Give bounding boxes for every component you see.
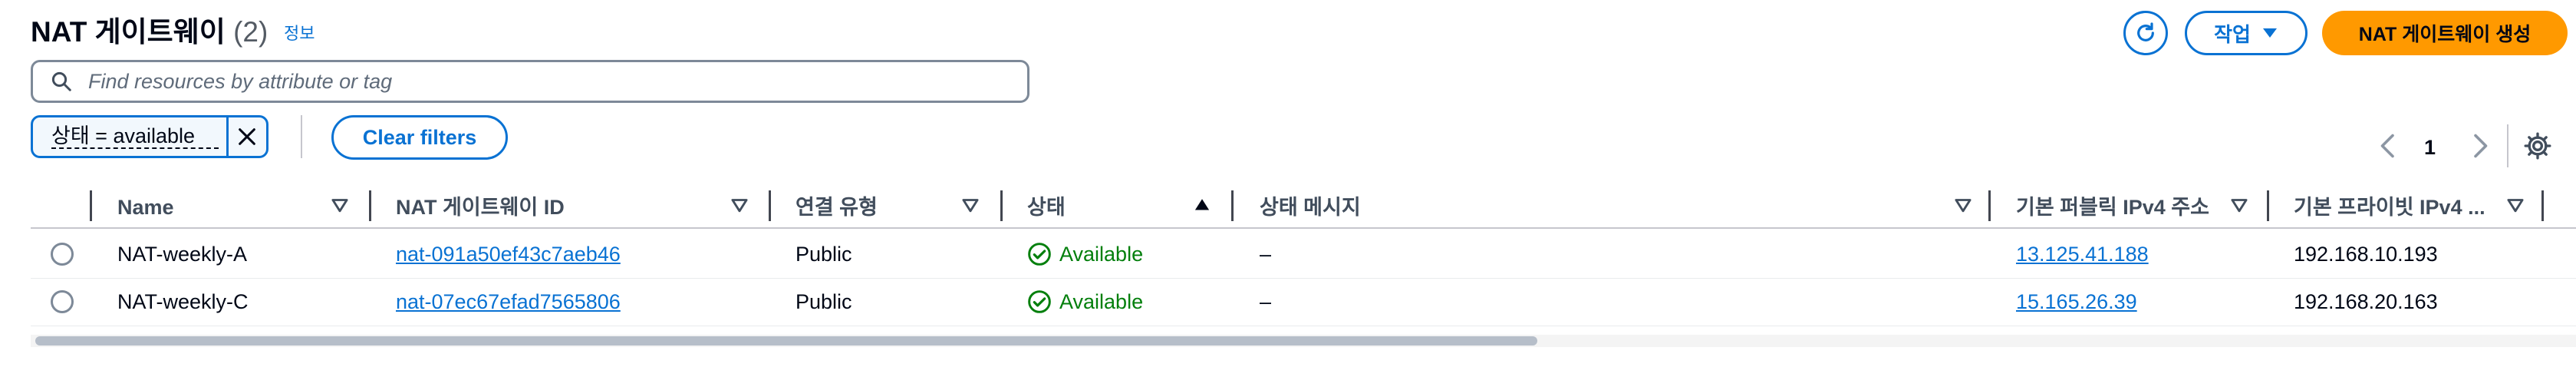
column-divider bbox=[369, 190, 371, 221]
refresh-button[interactable] bbox=[2123, 11, 2168, 55]
horizontal-scrollbar-thumb[interactable] bbox=[35, 336, 1537, 346]
row-divider bbox=[31, 278, 2576, 279]
sort-ascending-icon[interactable] bbox=[1192, 195, 1212, 215]
cell-nat-id-link[interactable]: nat-091a50ef43c7aeb46 bbox=[396, 241, 621, 267]
column-divider bbox=[1988, 190, 1991, 221]
page-title: NAT 게이트웨이 (2) bbox=[31, 14, 268, 51]
remove-filter-button[interactable] bbox=[229, 117, 266, 156]
cell-connectivity-type: Public bbox=[796, 290, 852, 313]
chevron-right-icon bbox=[2474, 134, 2488, 158]
column-divider bbox=[2267, 190, 2269, 221]
status-check-icon bbox=[1028, 290, 1051, 313]
column-header-connectivity-type[interactable]: 연결 유형 bbox=[796, 192, 878, 223]
filter-divider bbox=[301, 115, 302, 158]
cell-name: NAT-weekly-C bbox=[117, 290, 249, 313]
column-divider bbox=[90, 190, 92, 221]
status-text: Available bbox=[1059, 243, 1144, 266]
cell-connectivity-type: Public bbox=[796, 243, 852, 266]
table-settings-button[interactable] bbox=[2522, 131, 2553, 165]
filter-token[interactable]: 상태 = available bbox=[31, 115, 268, 158]
caret-down-icon bbox=[2262, 28, 2277, 38]
sort-caret-icon[interactable] bbox=[960, 195, 980, 215]
close-icon bbox=[239, 128, 256, 145]
refresh-icon bbox=[2137, 22, 2154, 41]
column-divider bbox=[1231, 190, 1234, 221]
column-divider bbox=[1000, 190, 1003, 221]
table-header-border bbox=[31, 227, 2576, 229]
cell-state-message: – bbox=[1260, 290, 1272, 313]
settings-icon bbox=[2524, 132, 2551, 160]
cell-nat-id-link[interactable]: nat-07ec67efad7565806 bbox=[396, 289, 621, 315]
cell-status: Available bbox=[1027, 241, 1143, 267]
cell-private-ip: 192.168.10.193 bbox=[2294, 243, 2438, 266]
resource-count: (2) bbox=[233, 16, 268, 48]
search-input[interactable] bbox=[87, 68, 995, 94]
row-select-radio[interactable] bbox=[51, 290, 74, 313]
row-select-radio[interactable] bbox=[51, 243, 74, 266]
info-link[interactable]: 정보 bbox=[284, 25, 315, 43]
actions-label: 작업 bbox=[2214, 22, 2251, 46]
next-page-button[interactable] bbox=[2469, 132, 2492, 164]
sort-caret-icon[interactable] bbox=[2505, 195, 2525, 215]
column-header-nat-id[interactable]: NAT 게이트웨이 ID bbox=[396, 192, 565, 223]
current-page-number[interactable]: 1 bbox=[2424, 135, 2436, 160]
cell-state-message: – bbox=[1260, 243, 1272, 266]
status-check-icon bbox=[1028, 243, 1051, 266]
search-icon bbox=[51, 71, 71, 91]
column-header-state-message[interactable]: 상태 메시지 bbox=[1260, 192, 1361, 223]
column-header-private-ipv4[interactable]: 기본 프라이빗 IPv4 ... bbox=[2294, 192, 2485, 223]
page-title-text: NAT 게이트웨이 bbox=[31, 16, 226, 48]
sort-caret-icon[interactable] bbox=[330, 195, 350, 215]
cell-public-ip-link[interactable]: 13.125.41.188 bbox=[2016, 241, 2149, 267]
filter-token-label: 상태 = available bbox=[51, 124, 219, 149]
status-text: Available bbox=[1059, 290, 1144, 313]
actions-dropdown-button[interactable]: 작업 bbox=[2185, 11, 2308, 55]
column-divider bbox=[2541, 190, 2544, 221]
pager-divider bbox=[2507, 124, 2508, 167]
cell-private-ip: 192.168.20.163 bbox=[2294, 290, 2438, 313]
column-header-name[interactable]: Name bbox=[117, 192, 174, 223]
sort-caret-icon[interactable] bbox=[730, 195, 749, 215]
chevron-left-icon bbox=[2380, 134, 2394, 158]
clear-filters-button[interactable]: Clear filters bbox=[331, 115, 508, 160]
sort-caret-icon[interactable] bbox=[2229, 195, 2249, 215]
column-divider bbox=[769, 190, 771, 221]
cell-name: NAT-weekly-A bbox=[117, 243, 248, 266]
column-header-state[interactable]: 상태 bbox=[1027, 192, 1066, 223]
cell-status: Available bbox=[1027, 289, 1143, 315]
create-nat-gateway-button[interactable]: NAT 게이트웨이 생성 bbox=[2322, 11, 2568, 55]
cell-public-ip-link[interactable]: 15.165.26.39 bbox=[2016, 289, 2137, 315]
column-header-public-ipv4[interactable]: 기본 퍼블릭 IPv4 주소 bbox=[2016, 192, 2209, 223]
search-field[interactable] bbox=[31, 60, 1029, 103]
previous-page-button[interactable] bbox=[2377, 132, 2400, 164]
sort-caret-icon[interactable] bbox=[1953, 195, 1973, 215]
